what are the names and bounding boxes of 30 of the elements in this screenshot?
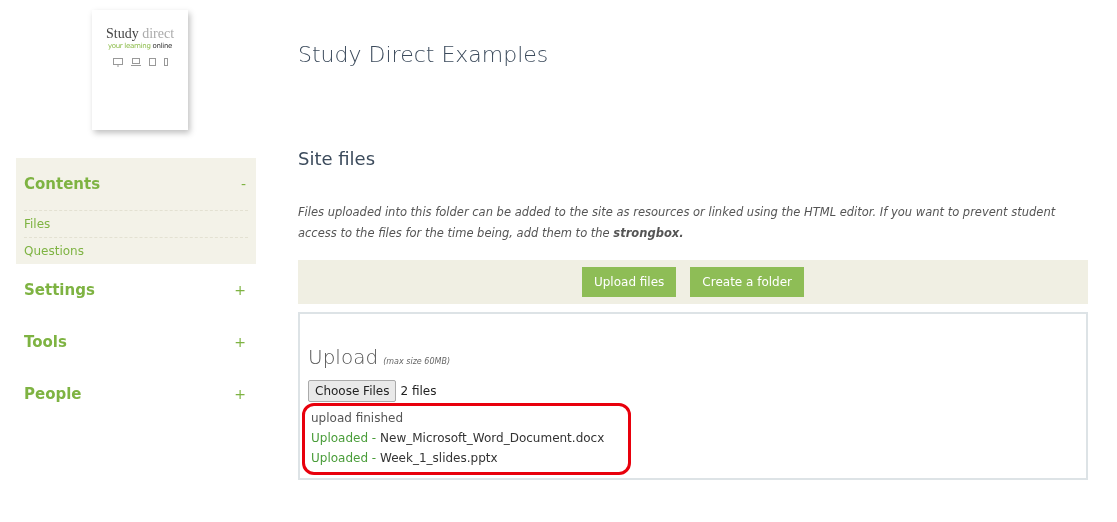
sidebar-heading[interactable]: Tools bbox=[24, 330, 67, 354]
sidebar-heading[interactable]: Contents bbox=[24, 172, 101, 196]
action-button[interactable]: Upload files bbox=[581, 266, 677, 297]
file-name: Week_1_slides.pptx bbox=[380, 450, 498, 465]
logo-text: direct bbox=[142, 26, 175, 41]
sidebar-link[interactable]: Questions bbox=[24, 237, 248, 264]
size-note: (max size 60MB) bbox=[383, 356, 450, 366]
sidebar-heading[interactable]: People bbox=[24, 382, 82, 406]
toggle-sign[interactable]: - bbox=[240, 173, 246, 195]
status-text: upload finished bbox=[311, 409, 405, 427]
sidebar-heading[interactable]: Settings bbox=[24, 278, 95, 302]
section-title: Site files bbox=[298, 148, 377, 170]
upload-status: Uploaded - bbox=[311, 450, 377, 465]
action-button[interactable]: Create a folder bbox=[690, 266, 805, 297]
page-title: Study Direct Examples bbox=[298, 42, 550, 69]
upload-status: Uploaded - bbox=[311, 430, 377, 445]
logo-text: Study bbox=[105, 26, 139, 41]
toggle-sign[interactable]: + bbox=[234, 279, 246, 301]
description: Files uploaded into this folder can be added to the site as resources or linked using the HTML editor. If you want to prevent student access to the files for the time being, add them to the strongbox. bbox=[298, 203, 1057, 242]
upload-heading: Upload bbox=[308, 344, 379, 369]
toggle-sign[interactable]: + bbox=[234, 383, 246, 405]
sidebar-link[interactable]: Files bbox=[24, 210, 248, 237]
choose-files-button[interactable]: Choose Files bbox=[308, 379, 397, 402]
phone-icon bbox=[163, 57, 168, 66]
toggle-sign[interactable]: + bbox=[234, 331, 246, 353]
tablet-icon bbox=[148, 57, 156, 66]
laptop-icon bbox=[130, 57, 141, 66]
monitor-icon bbox=[112, 57, 123, 67]
file-name: New_Microsoft_Word_Document.docx bbox=[380, 430, 605, 445]
file-count: 2 files bbox=[400, 382, 437, 400]
